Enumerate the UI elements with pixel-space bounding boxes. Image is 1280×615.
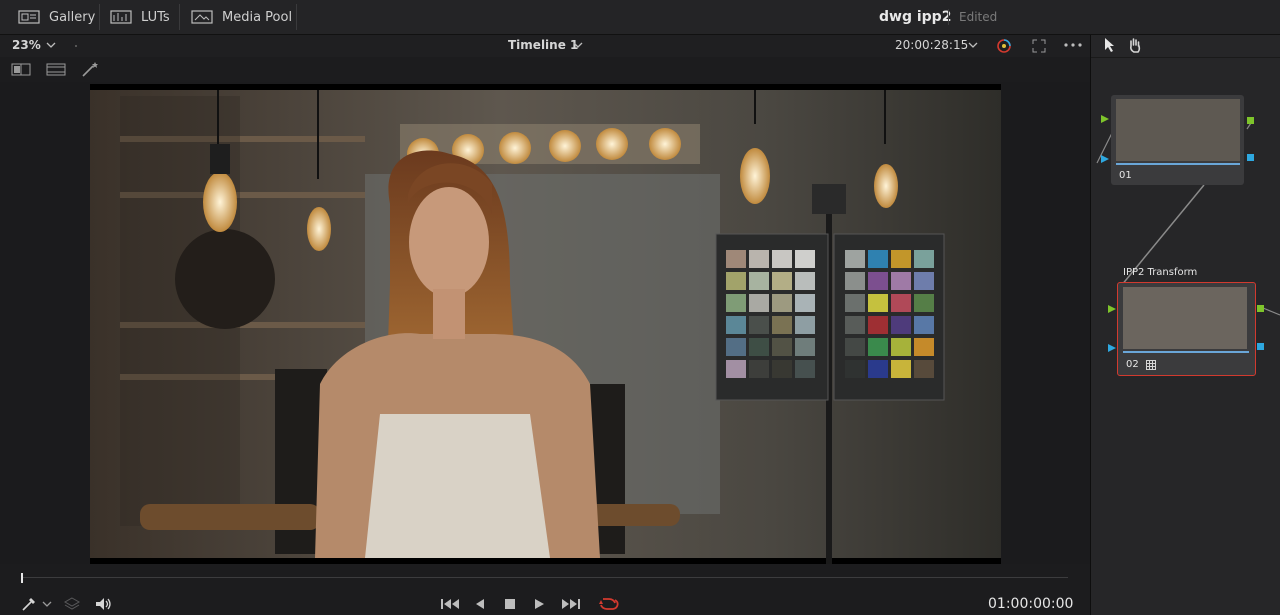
media-pool-icon — [191, 10, 213, 24]
node-input-blue[interactable] — [1101, 155, 1109, 163]
node-input-green[interactable] — [1101, 115, 1109, 123]
loop-icon[interactable] — [597, 596, 619, 612]
node-02[interactable]: 02 — [1117, 282, 1256, 376]
top-bar: Gallery LUTs Media Pool dwg ipp2 Edited — [0, 0, 1280, 35]
node-output-blue[interactable] — [1257, 343, 1264, 350]
grid-icon — [1146, 360, 1156, 370]
node-editor[interactable]: 01 IPP2 Transform 02 — [1091, 35, 1280, 615]
split-view-icon[interactable] — [11, 63, 31, 76]
project-name: dwg ipp2 — [879, 9, 952, 25]
viewer-toolbar: 23% Timeline 1 20:00:28:15 — [0, 35, 1090, 57]
viewer-mode-toolbar — [0, 57, 1090, 82]
volume-icon[interactable] — [95, 597, 113, 611]
layers-icon[interactable] — [64, 597, 80, 611]
chevron-down-icon[interactable] — [968, 41, 978, 49]
chevron-down-icon[interactable] — [46, 41, 56, 49]
viewer-timecode: 20:00:28:15 — [895, 38, 969, 52]
node-output-blue[interactable] — [1247, 154, 1254, 161]
viewer-image — [90, 90, 1001, 564]
divider — [296, 4, 297, 30]
eyedropper-icon[interactable] — [21, 596, 37, 612]
color-picker-icon[interactable] — [995, 37, 1013, 55]
chevron-down-icon[interactable] — [42, 600, 52, 608]
gallery-icon — [18, 10, 40, 24]
scrub-bar[interactable] — [0, 565, 1090, 587]
project-status: Edited — [959, 10, 998, 24]
media-pool-label: Media Pool — [222, 9, 293, 25]
luts-label: LUTs — [141, 9, 170, 25]
dot — [75, 45, 77, 47]
skip-start-icon[interactable] — [440, 598, 460, 610]
step-back-icon[interactable] — [474, 598, 486, 610]
timeline-name[interactable]: Timeline 1 — [508, 38, 578, 52]
gallery-label: Gallery — [49, 9, 96, 25]
zoom-level[interactable]: 23% — [12, 38, 41, 52]
magic-wand-icon[interactable] — [81, 61, 101, 78]
node-output-green[interactable] — [1247, 117, 1254, 124]
viewer-frame[interactable] — [90, 84, 1001, 564]
node-bar — [1123, 351, 1249, 353]
node-output-green[interactable] — [1257, 305, 1264, 312]
fullscreen-icon[interactable] — [1032, 39, 1046, 53]
widescreen-icon[interactable] — [46, 63, 66, 76]
node-label: 02 — [1126, 359, 1139, 370]
node-input-blue[interactable] — [1108, 344, 1116, 352]
divider — [99, 4, 100, 30]
divider — [179, 4, 180, 30]
skip-end-icon[interactable] — [561, 598, 581, 610]
media-pool-button[interactable]: Media Pool — [191, 0, 292, 34]
node-thumbnail — [1123, 287, 1247, 349]
scrub-track[interactable] — [22, 577, 1068, 578]
play-icon[interactable] — [533, 598, 545, 610]
transport-bar: 01:00:00:00 — [0, 587, 1090, 615]
node-title: IPP2 Transform — [1123, 267, 1198, 278]
node-input-green[interactable] — [1108, 305, 1116, 313]
node-label: 01 — [1119, 170, 1132, 181]
luts-icon — [110, 10, 132, 24]
more-icon[interactable] — [1064, 43, 1082, 47]
chevron-down-icon[interactable] — [573, 41, 583, 49]
luts-button[interactable]: LUTs — [110, 0, 170, 34]
divider — [948, 9, 949, 25]
node-01[interactable]: 01 — [1111, 95, 1244, 185]
node-bar — [1116, 163, 1240, 165]
gallery-button[interactable]: Gallery — [18, 0, 95, 34]
node-thumbnail — [1116, 99, 1240, 161]
playhead[interactable] — [21, 573, 23, 583]
transport-timecode: 01:00:00:00 — [988, 596, 1074, 612]
stop-icon[interactable] — [504, 598, 516, 610]
